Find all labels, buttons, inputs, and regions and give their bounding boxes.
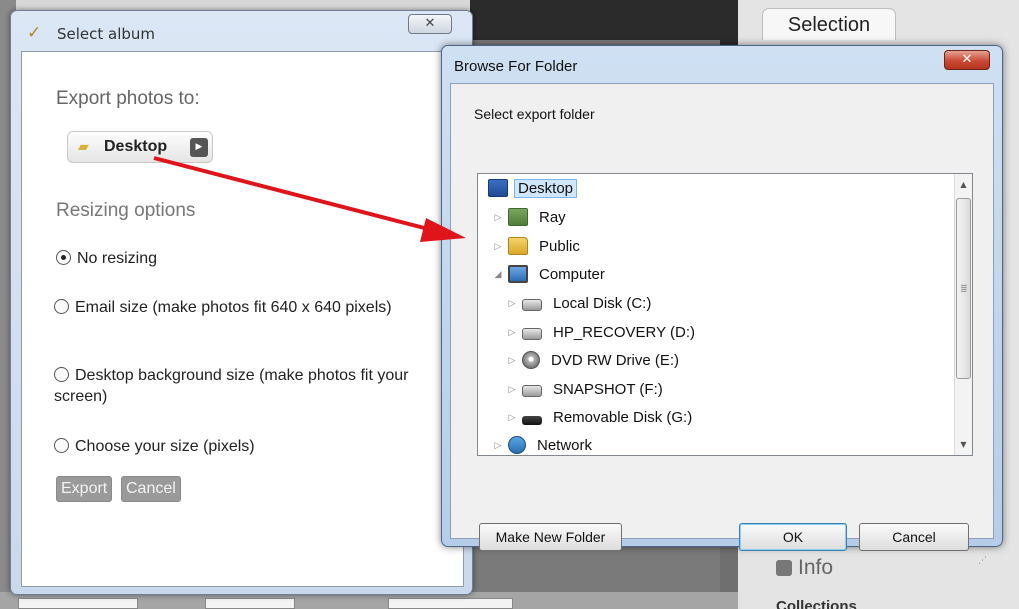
annotation-arrow	[153, 156, 466, 242]
annotation-arrow-shaft	[153, 156, 433, 232]
annotation-arrow-head	[420, 218, 466, 242]
